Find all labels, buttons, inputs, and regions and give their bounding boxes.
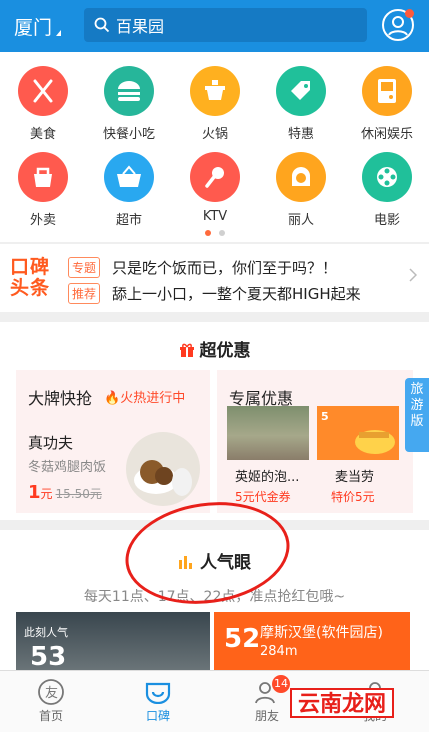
category-label: 丽人 — [287, 213, 314, 228]
deal-food-image — [126, 432, 200, 506]
category-label: 美食 — [29, 127, 56, 142]
popular-count: 53 — [30, 642, 67, 670]
exclusive-deal-name: 麦当劳 — [335, 470, 375, 485]
search-icon — [94, 17, 110, 33]
category-label: 火锅 — [201, 127, 228, 142]
news-tag: 推荐 — [68, 283, 101, 304]
deal-price: 1元 15.50元 — [28, 482, 102, 503]
hotpot-icon — [190, 66, 240, 116]
category-ktv[interactable]: KTV — [172, 152, 258, 224]
store-photo — [227, 406, 309, 460]
category-special[interactable]: 特惠 — [258, 66, 344, 142]
deals-title: 超优惠 — [0, 336, 429, 361]
popular-now-label: 此刻人气 — [24, 626, 68, 639]
search-text: 百果园 — [116, 17, 165, 36]
film-reel-icon — [362, 152, 412, 202]
chevron-right-icon — [409, 268, 417, 282]
search-input[interactable]: 百果园 — [84, 8, 367, 42]
woman-icon — [276, 152, 326, 202]
exclusive-deal-name: 英姬的泡... — [235, 470, 300, 485]
watermark-logo: 云南龙网 — [290, 688, 394, 718]
koubei-headlines-logo: 口碑 头条 — [10, 257, 58, 299]
page-dot-active — [204, 230, 211, 236]
category-beauty[interactable]: 丽人 — [258, 152, 344, 228]
takeout-bag-icon — [18, 152, 68, 202]
category-label: 休闲娱乐 — [360, 127, 413, 142]
home-icon: 友 — [38, 679, 64, 705]
tab-koubei[interactable]: 口碑 — [123, 677, 193, 724]
svg-text:友: 友 — [45, 685, 58, 701]
category-grid: 美食 快餐小吃 火锅 特惠 休闲娱乐 外卖 超市 KTV 丽人 电影 — [0, 52, 429, 242]
hot-status: 🔥火热进行中 — [104, 387, 185, 406]
news-headline[interactable]: 只是吃个饭而已，你们至于吗？！ — [112, 257, 337, 278]
category-hotpot[interactable]: 火锅 — [172, 66, 258, 142]
flash-deal-title: 大牌快抢 — [28, 389, 93, 408]
category-label: 快餐小吃 — [102, 127, 155, 142]
category-fastfood[interactable]: 快餐小吃 — [86, 66, 172, 142]
category-food[interactable]: 美食 — [0, 66, 86, 142]
burger-icon — [104, 66, 154, 116]
hot-status-text: 火热进行中 — [120, 391, 186, 406]
top-bar: 厦门 百果园 — [0, 0, 429, 52]
fork-knife-icon — [18, 66, 68, 116]
city-label: 厦门 — [14, 16, 53, 39]
category-takeout[interactable]: 外卖 — [0, 152, 86, 228]
gift-icon — [179, 343, 194, 357]
deal-original-price: 15.50元 — [55, 487, 102, 501]
flame-icon: 🔥 — [104, 391, 121, 406]
logo-line1: 口碑 — [10, 256, 51, 278]
category-supermarket[interactable]: 超市 — [86, 152, 172, 228]
basket-icon — [104, 152, 154, 202]
category-label: 外卖 — [29, 213, 56, 228]
store-photo: 5 — [317, 406, 399, 460]
category-label: 超市 — [115, 213, 142, 228]
exclusive-deal-offer: 5元代金券 — [235, 490, 291, 504]
travel-version-tab[interactable]: 旅游版 — [405, 378, 429, 452]
tab-home[interactable]: 友 首页 — [16, 677, 86, 724]
exclusive-deals-card[interactable]: 专属优惠 5 英姬的泡... 麦当劳 5元代金券 特价5元 — [217, 370, 413, 513]
friends-badge: 14 — [272, 675, 290, 693]
popular-store-image[interactable]: 此刻人气 53 — [16, 612, 210, 670]
exclusive-deal-offer: 特价5元 — [331, 490, 375, 504]
page-indicator — [0, 230, 429, 236]
deals-section: 超优惠 大牌快抢 🔥火热进行中 真功夫 冬菇鸡腿肉饭 1元 15.50元 专属优惠… — [0, 322, 429, 520]
koubei-icon — [145, 682, 171, 704]
deal-store-name: 真功夫 — [28, 434, 74, 452]
page-dot — [218, 230, 225, 236]
news-headline[interactable]: 舔上一小口，一整个夏天都HIGH起来 — [112, 283, 361, 304]
user-avatar-button[interactable] — [382, 9, 414, 41]
city-caret-icon — [56, 30, 62, 36]
tab-label: 首页 — [38, 709, 63, 723]
deal-item-desc: 冬菇鸡腿肉饭 — [28, 460, 107, 475]
flash-deal-card[interactable]: 大牌快抢 🔥火热进行中 真功夫 冬菇鸡腿肉饭 1元 15.50元 — [16, 370, 210, 513]
deal-price-unit: 元 — [40, 487, 53, 501]
category-movie[interactable]: 电影 — [344, 152, 429, 228]
popular-store-name: 摩斯汉堡(软件园店) — [260, 625, 383, 641]
travel-version-label: 旅游版 — [410, 382, 424, 429]
popular-store-card[interactable]: 52 摩斯汉堡(软件园店) 284m — [214, 612, 410, 670]
category-label: 特惠 — [287, 127, 314, 142]
popular-store-distance: 284m — [260, 644, 298, 659]
news-tag: 专题 — [68, 257, 101, 278]
category-leisure[interactable]: 休闲娱乐 — [344, 66, 429, 142]
tag-icon — [276, 66, 326, 116]
popular-count: 52 — [224, 624, 261, 654]
category-label: KTV — [202, 209, 228, 224]
city-selector[interactable]: 厦门 — [14, 13, 62, 40]
category-label: 电影 — [373, 213, 400, 228]
notification-dot — [405, 9, 414, 18]
microphone-icon — [190, 152, 240, 202]
deals-title-text: 超优惠 — [199, 341, 251, 361]
koubei-headlines[interactable]: 口碑 头条 专题 只是吃个饭而已，你们至于吗？！ 推荐 舔上一小口，一整个夏天都… — [0, 244, 429, 312]
svg-text:5: 5 — [321, 410, 329, 423]
tab-label: 口碑 — [145, 709, 170, 723]
logo-line2: 头条 — [10, 277, 51, 299]
gameboy-icon — [362, 66, 412, 116]
deal-price-value: 1 — [28, 482, 41, 503]
